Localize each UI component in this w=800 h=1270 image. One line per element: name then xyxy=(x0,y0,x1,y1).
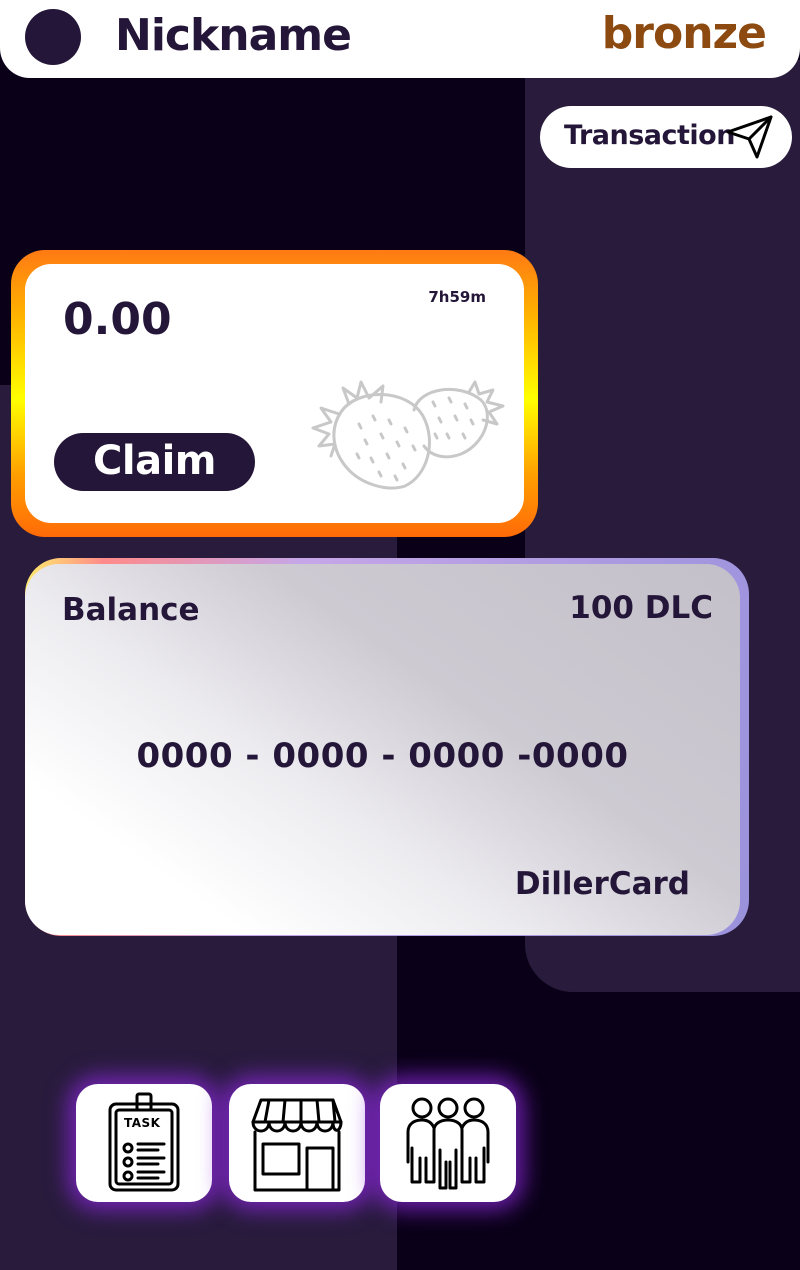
card-number: 0000 - 0000 - 0000 -0000 xyxy=(136,736,629,776)
nav-task-button[interactable]: TASK xyxy=(76,1084,212,1202)
nav-friends-button[interactable] xyxy=(380,1084,516,1202)
task-icon-text: TASK xyxy=(124,1116,161,1130)
claim-button[interactable]: Claim xyxy=(54,433,255,491)
shop-icon xyxy=(251,1098,343,1192)
friends-icon xyxy=(406,1097,490,1190)
balance-label: Balance xyxy=(62,592,200,628)
paper-plane-icon xyxy=(726,115,773,159)
balance-card: Balance 100 DLC 0000 - 0000 - 0000 -0000… xyxy=(25,564,740,935)
claim-card-body: 0.00 7h59m Claim xyxy=(25,264,524,523)
task-clipboard-icon xyxy=(108,1092,180,1192)
balance-value: 100 DLC xyxy=(569,590,713,626)
strawberries-icon xyxy=(311,380,505,490)
card-brand: DillerCard xyxy=(514,866,690,902)
top-header: Nickname bronze xyxy=(0,0,800,78)
rank-label: bronze xyxy=(601,8,767,59)
claim-card: 0.00 7h59m Claim xyxy=(11,250,538,537)
claim-amount: 0.00 xyxy=(63,294,172,345)
transaction-button[interactable]: Transaction xyxy=(540,106,792,168)
transaction-label: Transaction xyxy=(564,120,735,151)
nickname-label: Nickname xyxy=(115,10,352,61)
avatar[interactable] xyxy=(25,9,81,65)
claim-timer: 7h59m xyxy=(428,288,486,306)
nav-shop-button[interactable] xyxy=(229,1084,365,1202)
